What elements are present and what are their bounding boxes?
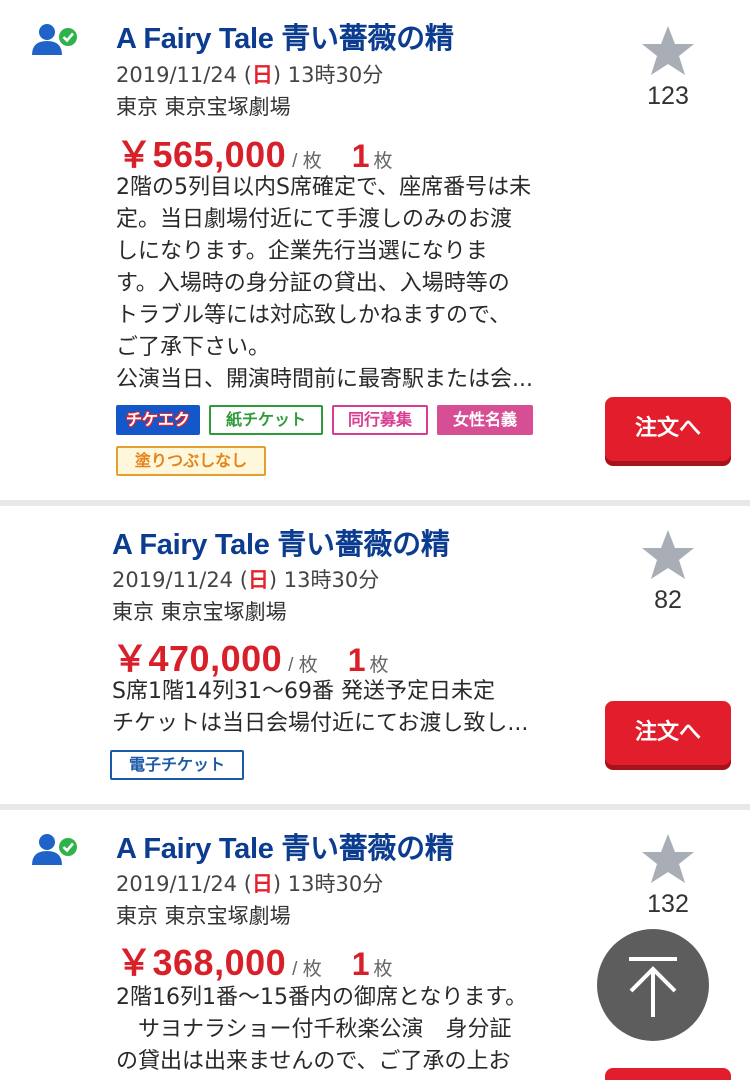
order-button[interactable] [605, 1068, 731, 1080]
listing-description: 2階の5列目以内S席確定で、座席番号は未 定。当日劇場付近にて手渡しのみのお渡 … [116, 175, 533, 392]
quantity-unit: 枚 [373, 959, 393, 980]
tag-companion-wanted: 同行募集 [332, 405, 428, 435]
tag-e-ticket: 電子チケット [110, 750, 244, 780]
event-venue: 東京 東京宝塚劇場 [116, 95, 291, 119]
quantity: 1 [351, 138, 370, 174]
price-unit: / 枚 [292, 959, 322, 980]
quantity-unit: 枚 [373, 151, 393, 172]
scroll-to-top-button[interactable] [597, 929, 709, 1041]
favorite-count: 82 [654, 586, 682, 614]
favorite-count: 132 [647, 890, 689, 918]
order-button[interactable]: 注文へ [605, 397, 731, 461]
listing-card[interactable]: A Fairy Tale 青い薔薇の精 2019/11/24 (日) 13時30… [0, 506, 750, 804]
event-date: 2019/11/24 (日) 13時30分 [116, 872, 384, 896]
favorite-count: 123 [647, 82, 689, 110]
tag-paper-ticket: 紙チケット [209, 405, 323, 435]
price: ￥565,000 [116, 134, 287, 175]
quantity: 1 [347, 642, 366, 678]
listing-description: S席1階14列31〜69番 発送予定日未定 チケットは当日会場付近にてお渡し致し… [112, 679, 529, 736]
tag-female-name: 女性名義 [437, 405, 533, 435]
price-row: ￥368,000/ 枚 1枚 [116, 934, 393, 986]
event-venue: 東京 東京宝塚劇場 [116, 904, 291, 928]
favorite[interactable]: 82 [628, 528, 708, 615]
verified-user-icon [32, 834, 77, 865]
event-title[interactable]: A Fairy Tale 青い薔薇の精 [116, 15, 454, 57]
verified-user-icon [32, 24, 77, 55]
event-date: 2019/11/24 (日) 13時30分 [116, 63, 384, 87]
event-venue: 東京 東京宝塚劇場 [112, 600, 287, 624]
listing-card[interactable]: A Fairy Tale 青い薔薇の精 2019/11/24 (日) 13時30… [0, 0, 750, 500]
quantity: 1 [351, 946, 370, 982]
star-icon[interactable] [640, 832, 696, 886]
price: ￥368,000 [116, 942, 287, 983]
quantity-unit: 枚 [369, 655, 389, 676]
arrow-up-to-top-icon [629, 957, 677, 1017]
price-row: ￥470,000/ 枚 1枚 [112, 630, 389, 682]
tag-no-blackout: 塗りつぶしなし [116, 446, 266, 476]
price-unit: / 枚 [288, 655, 318, 676]
favorite[interactable]: 123 [628, 24, 708, 111]
event-title[interactable]: A Fairy Tale 青い薔薇の精 [112, 521, 450, 563]
order-button[interactable]: 注文へ [605, 701, 731, 765]
price-unit: / 枚 [292, 151, 322, 172]
star-icon[interactable] [640, 528, 696, 582]
event-date: 2019/11/24 (日) 13時30分 [112, 568, 380, 592]
tag-chikeeku: チケエク [116, 405, 200, 435]
price-row: ￥565,000/ 枚 1枚 [116, 126, 393, 178]
listing-description: 2階16列1番〜15番内の御席となります。 サヨナラショー付千秋楽公演 身分証 … [116, 985, 528, 1074]
price: ￥470,000 [112, 638, 283, 679]
star-icon[interactable] [640, 24, 696, 78]
favorite[interactable]: 132 [628, 832, 708, 919]
event-title[interactable]: A Fairy Tale 青い薔薇の精 [116, 825, 454, 867]
